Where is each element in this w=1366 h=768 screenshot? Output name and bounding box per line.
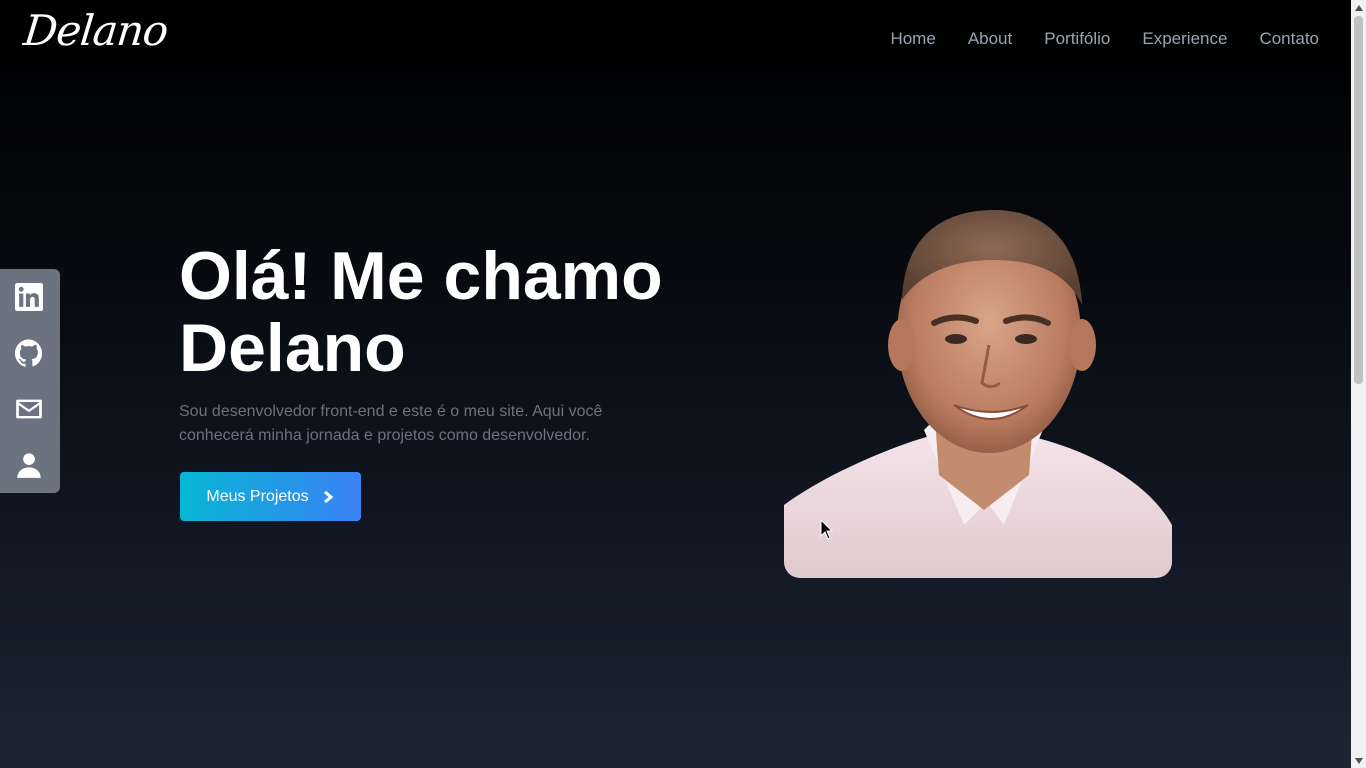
nav-link-experience[interactable]: Experience <box>1142 29 1227 49</box>
social-sidebar <box>0 269 60 493</box>
nav-menu: Home About Portifólio Experience Contato <box>858 29 1319 49</box>
mail-icon <box>16 399 42 419</box>
social-link-linkedin[interactable] <box>0 269 60 325</box>
user-icon <box>17 453 41 478</box>
chevron-right-icon <box>323 490 333 503</box>
profile-photo <box>784 205 1172 578</box>
hero-title: Olá! Me chamo Delano <box>179 238 663 386</box>
navbar: Delano Home About Portifólio Experience … <box>0 0 1351 80</box>
linkedin-icon <box>15 283 43 311</box>
logo[interactable]: Delano <box>21 6 169 55</box>
projects-button[interactable]: Meus Projetos <box>180 472 361 521</box>
mouse-cursor-icon <box>820 519 834 540</box>
social-link-email[interactable] <box>0 381 60 437</box>
nav-link-home[interactable]: Home <box>890 29 935 49</box>
nav-link-contact[interactable]: Contato <box>1259 29 1319 49</box>
scroll-thumb[interactable] <box>1354 16 1363 384</box>
github-icon <box>15 339 43 367</box>
scroll-down-arrow-icon[interactable] <box>1351 753 1366 768</box>
nav-link-portfolio[interactable]: Portifólio <box>1044 29 1110 49</box>
scroll-up-arrow-icon[interactable] <box>1351 0 1366 15</box>
social-link-github[interactable] <box>0 325 60 381</box>
page: Delano Home About Portifólio Experience … <box>0 0 1351 768</box>
profile-photo-illustration <box>784 210 1172 578</box>
nav-link-about[interactable]: About <box>968 29 1012 49</box>
projects-button-label: Meus Projetos <box>206 487 309 505</box>
scrollbar[interactable] <box>1351 0 1366 768</box>
hero-description: Sou desenvolvedor front-end e este é o m… <box>179 403 603 444</box>
social-link-resume[interactable] <box>0 437 60 493</box>
